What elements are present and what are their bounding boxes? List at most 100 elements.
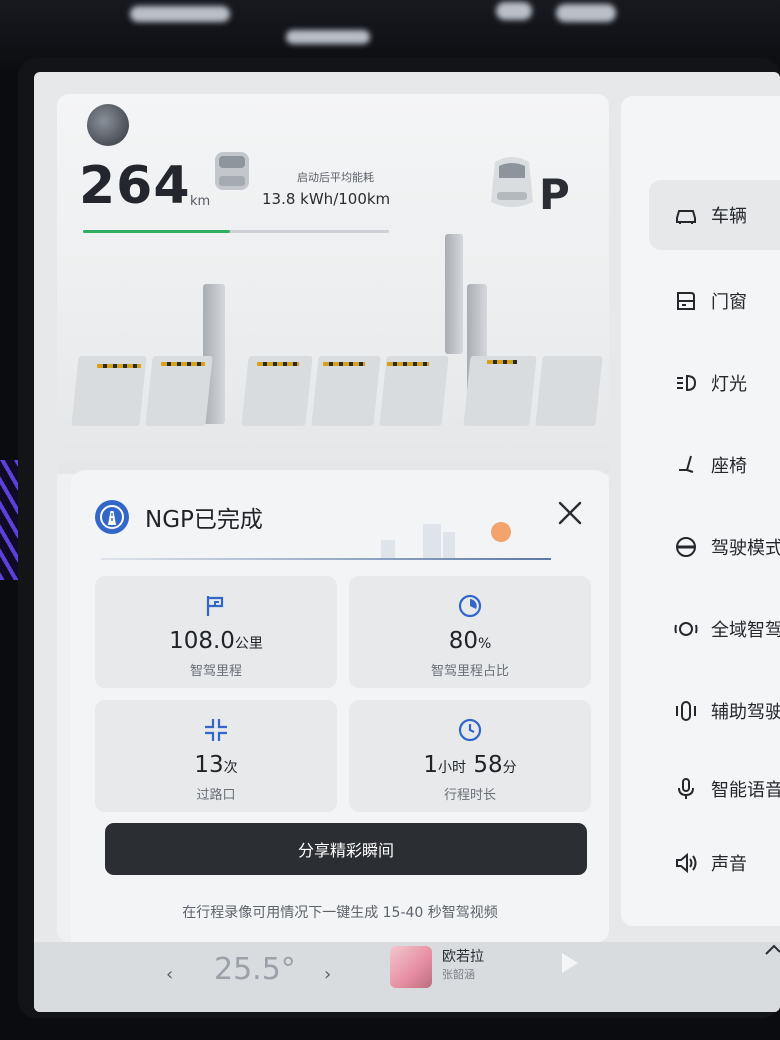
song-artist: 张韶涵 bbox=[442, 968, 475, 981]
album-cover[interactable] bbox=[390, 946, 432, 988]
decoration-building bbox=[423, 524, 441, 560]
stat-value-minutes: 58 bbox=[473, 752, 503, 778]
ceiling-light bbox=[286, 30, 370, 44]
parking-slot bbox=[379, 356, 449, 426]
energy-value: 13.8 kWh/100km bbox=[262, 190, 391, 208]
home-icon[interactable] bbox=[762, 942, 780, 968]
avatar[interactable] bbox=[87, 104, 129, 146]
stat-label: 智驾里程占比 bbox=[430, 664, 509, 679]
pie-percent-icon bbox=[458, 594, 482, 618]
range-unit: km bbox=[190, 194, 211, 209]
range-progress-fill bbox=[83, 230, 230, 233]
ceiling-light bbox=[496, 2, 532, 20]
bottom-status-bar: ‹ 25.5° › 欧若拉 张韶涵 bbox=[34, 942, 780, 1012]
close-icon[interactable] bbox=[554, 497, 586, 529]
decoration-sun bbox=[491, 522, 511, 542]
microphone-icon bbox=[678, 778, 694, 799]
assist-drive-icon bbox=[676, 701, 696, 721]
play-icon[interactable] bbox=[554, 948, 584, 978]
stat-label: 过路口 bbox=[196, 788, 236, 803]
stat-unit: 次 bbox=[223, 760, 238, 776]
ngp-title: NGP已完成 bbox=[145, 507, 263, 533]
decoration-building bbox=[381, 540, 395, 560]
vehicle-icon bbox=[215, 152, 249, 190]
stat-label: 智驾里程 bbox=[189, 664, 242, 679]
parking-slot bbox=[535, 356, 603, 426]
stat-value: 80 bbox=[448, 628, 478, 654]
menu-item-label: 智能语音 bbox=[711, 780, 780, 801]
menu-item-seats[interactable]: 座椅 bbox=[649, 430, 780, 500]
menu-item-doors-windows[interactable]: 门窗 bbox=[649, 266, 780, 336]
parking-slot bbox=[311, 356, 381, 426]
ceiling-light bbox=[130, 6, 230, 22]
menu-item-label: 驾驶模式 bbox=[711, 538, 780, 559]
share-highlights-button[interactable]: 分享精彩瞬间 bbox=[105, 823, 587, 875]
menu-item-label: 辅助驾驶 bbox=[711, 702, 780, 723]
energy-label: 启动后平均能耗 bbox=[297, 171, 374, 184]
parking-slot bbox=[463, 356, 537, 426]
clock-icon bbox=[458, 718, 482, 742]
stat-value-hours: 1 bbox=[423, 752, 439, 778]
stat-intersections: 13次 过路口 bbox=[95, 700, 337, 812]
parking-slot bbox=[241, 356, 313, 426]
seat-icon bbox=[679, 455, 694, 473]
parking-scene: 264 km 启动后平均能耗 13.8 kWh/100km P bbox=[57, 94, 609, 474]
temp-increase-button[interactable]: › bbox=[324, 964, 331, 985]
range-progress-bar bbox=[83, 230, 389, 233]
video-footnote: 在行程录像可用情况下一键生成 15-40 秒智驾视频 bbox=[182, 905, 498, 921]
menu-item-smart-drive[interactable]: 全域智驾 bbox=[649, 594, 780, 664]
door-icon bbox=[677, 292, 695, 310]
wheel-stop bbox=[387, 362, 429, 366]
parking-slot bbox=[145, 356, 213, 426]
headlight-icon bbox=[677, 374, 697, 392]
ceiling-light bbox=[556, 4, 616, 22]
decoration-road-line bbox=[101, 558, 551, 560]
center-display: 264 km 启动后平均能耗 13.8 kWh/100km P NGP已完成 1… bbox=[34, 72, 780, 1012]
stat-drive-ratio: 80% 智驾里程占比 bbox=[349, 576, 591, 688]
stat-label: 行程时长 bbox=[443, 788, 496, 803]
smart-drive-icon bbox=[674, 622, 698, 636]
range-value: 264 bbox=[79, 156, 191, 216]
ngp-summary-card: NGP已完成 108.0公里 智驾里程 80% 智驾里程占比 13次 过路口 1… bbox=[71, 470, 609, 942]
stat-value: 108.0 bbox=[169, 628, 235, 654]
stat-value: 13 bbox=[194, 752, 224, 778]
stat-unit: % bbox=[477, 636, 492, 652]
stat-unit-minutes: 分 bbox=[502, 760, 517, 776]
menu-item-label: 车辆 bbox=[711, 206, 747, 227]
song-title: 欧若拉 bbox=[442, 949, 484, 965]
speaker-icon bbox=[676, 852, 697, 874]
decoration-building bbox=[443, 532, 455, 560]
settings-menu: 车辆 门窗 灯光 座椅 驾驶模式 全域智驾 辅助驾驶 智能语音 声音 bbox=[621, 96, 780, 926]
stat-drive-distance: 108.0公里 智驾里程 bbox=[95, 576, 337, 688]
wheel-stop bbox=[97, 364, 141, 368]
ngp-road-icon bbox=[95, 500, 129, 534]
menu-item-lights[interactable]: 灯光 bbox=[649, 348, 780, 418]
menu-item-label: 灯光 bbox=[711, 374, 747, 395]
driving-panel: 264 km 启动后平均能耗 13.8 kWh/100km P NGP已完成 1… bbox=[57, 94, 609, 942]
temperature-value: 25.5° bbox=[214, 952, 296, 987]
menu-item-drive-mode[interactable]: 驾驶模式 bbox=[649, 512, 780, 582]
temp-decrease-button[interactable]: ‹ bbox=[166, 964, 173, 985]
intersection-icon bbox=[205, 719, 227, 741]
menu-item-label: 声音 bbox=[711, 854, 747, 875]
parking-pillar bbox=[445, 234, 463, 354]
menu-item-vehicle[interactable]: 车辆 bbox=[649, 180, 780, 250]
menu-item-sound[interactable]: 声音 bbox=[649, 828, 780, 898]
wheel-stop bbox=[161, 362, 205, 366]
wheel-stop bbox=[257, 362, 299, 366]
stat-unit-hours: 小时 bbox=[438, 760, 467, 776]
car-icon bbox=[676, 210, 696, 224]
menu-item-assist-drive[interactable]: 辅助驾驶 bbox=[649, 676, 780, 746]
menu-item-label: 座椅 bbox=[711, 456, 747, 477]
gear-indicator: P bbox=[539, 170, 570, 219]
flag-icon bbox=[206, 596, 224, 616]
stat-trip-duration: 1小时 58分 行程时长 bbox=[349, 700, 591, 812]
menu-item-label: 全域智驾 bbox=[711, 620, 780, 641]
steering-wheel-icon bbox=[676, 537, 696, 557]
menu-item-voice[interactable]: 智能语音 bbox=[649, 754, 780, 824]
parked-car-icon bbox=[491, 157, 533, 207]
menu-item-label: 门窗 bbox=[711, 292, 747, 313]
wheel-stop bbox=[323, 362, 365, 366]
wheel-stop bbox=[487, 360, 517, 364]
stat-unit: 公里 bbox=[234, 636, 263, 652]
